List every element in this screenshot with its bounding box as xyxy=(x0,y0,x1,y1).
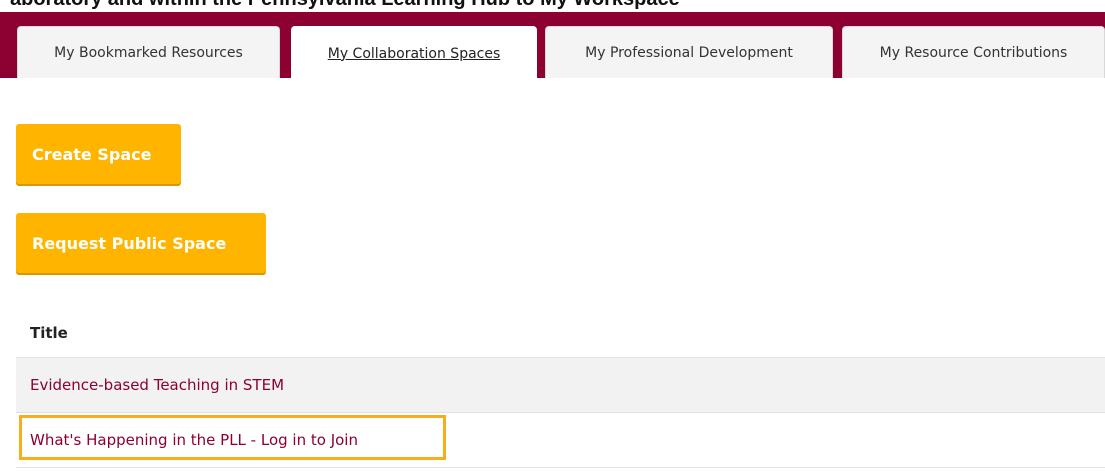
tab-label: My Professional Development xyxy=(585,44,793,61)
cropped-heading: aboratory and within the Pennsylvania Le… xyxy=(10,0,680,11)
space-link-evidence-based-teaching[interactable]: Evidence-based Teaching in STEM xyxy=(30,376,284,394)
tab-bookmarked-resources[interactable]: My Bookmarked Resources xyxy=(17,26,280,78)
tab-professional-development[interactable]: My Professional Development xyxy=(545,26,833,78)
space-link-whats-happening-pll[interactable]: What's Happening in the PLL - Log in to … xyxy=(30,431,358,449)
page: aboratory and within the Pennsylvania Le… xyxy=(0,0,1105,472)
tab-label: My Bookmarked Resources xyxy=(54,44,243,61)
tab-collaboration-spaces[interactable]: My Collaboration Spaces xyxy=(291,26,537,80)
request-public-space-button[interactable]: Request Public Space xyxy=(16,213,266,273)
tab-label: My Resource Contributions xyxy=(879,44,1068,61)
tab-label: My Collaboration Spaces xyxy=(327,45,501,62)
spaces-table: Title Evidence-based Teaching in STEM Wh… xyxy=(16,309,1105,468)
table-row: What's Happening in the PLL - Log in to … xyxy=(16,413,1105,468)
table-row: Evidence-based Teaching in STEM xyxy=(16,358,1105,413)
cropped-heading-strip: aboratory and within the Pennsylvania Le… xyxy=(0,0,1105,12)
create-space-button[interactable]: Create Space xyxy=(16,124,181,184)
column-header-title: Title xyxy=(16,309,1105,358)
tab-resource-contributions[interactable]: My Resource Contributions xyxy=(842,26,1105,78)
